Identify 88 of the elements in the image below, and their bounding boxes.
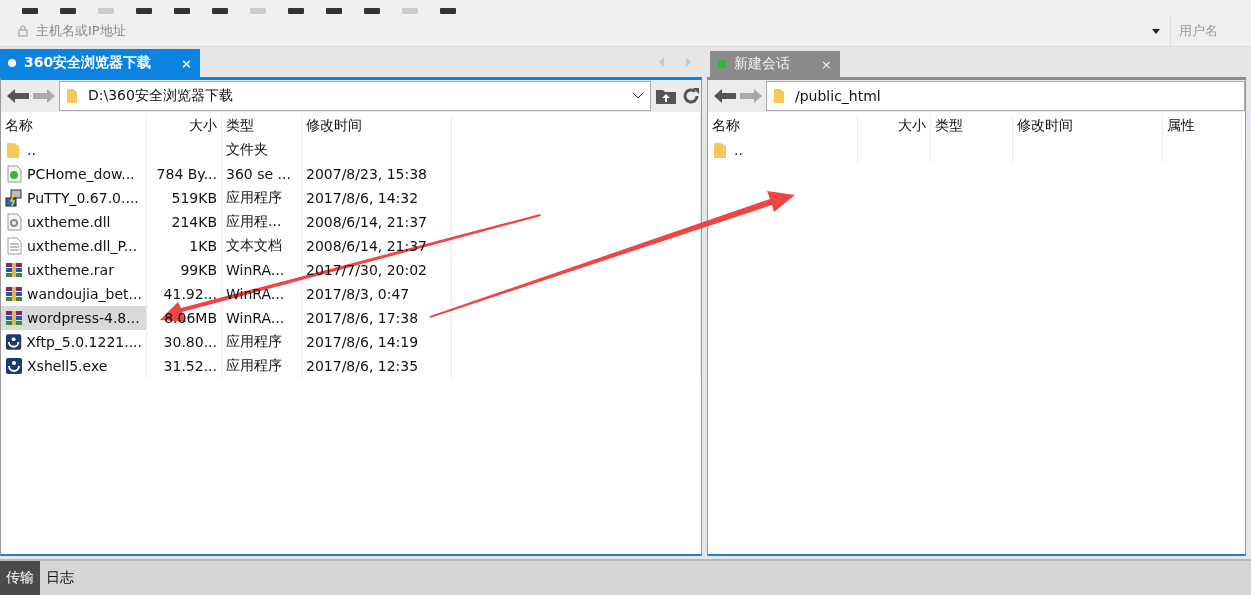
file-name: .. (734, 142, 743, 158)
column-header[interactable]: 修改时间 (302, 114, 452, 138)
session-tab[interactable]: 360安全浏览器下载 × (0, 49, 200, 77)
web-page-icon (5, 165, 23, 183)
toolbar-icon[interactable] (324, 8, 344, 16)
file-type: 文件夹 (226, 141, 268, 159)
file-name: .. (27, 142, 36, 158)
file-size: 519KB (171, 190, 217, 206)
file-size: 41.92... (163, 286, 217, 302)
panel-tab[interactable]: 传输 (0, 561, 40, 595)
file-name: uxtheme.dll_P... (27, 238, 138, 254)
text-file-icon (5, 237, 23, 255)
back-arrow-icon[interactable] (7, 88, 29, 104)
file-name-cell[interactable]: PuTTY_0.67.0.... (1, 186, 147, 210)
file-name-cell[interactable]: uxtheme.rar (1, 258, 147, 282)
panel-tab[interactable]: 日志 (40, 561, 80, 595)
app-icon (5, 333, 23, 351)
toolbar-icon[interactable] (58, 8, 78, 16)
folder-icon (66, 88, 78, 104)
path-field[interactable]: D:\360安全浏览器下载 (59, 81, 651, 111)
modified-time: 2017/8/6, 14:32 (306, 190, 419, 206)
file-size: 214KB (171, 214, 217, 230)
file-name: uxtheme.rar (27, 262, 114, 278)
path-field[interactable]: /public_html (766, 81, 1245, 111)
file-name: wordpress-4.8... (27, 310, 140, 326)
modified-time: 2008/6/14, 21:37 (306, 238, 428, 254)
toolbar-icon[interactable] (172, 8, 192, 16)
back-arrow-icon[interactable] (714, 88, 736, 104)
computer-icon (5, 189, 23, 207)
file-name: uxtheme.dll (27, 214, 111, 230)
file-size: 784 By... (156, 166, 217, 182)
file-type: 应用程序 (226, 333, 282, 351)
file-type: 应用程序 (226, 189, 282, 207)
column-header[interactable]: 名称 (1, 114, 147, 138)
lock-icon (18, 25, 28, 37)
column-header[interactable]: 类型 (222, 114, 302, 138)
file-type: 360 se ... (226, 166, 291, 182)
column-header[interactable]: 修改时间 (1013, 114, 1163, 138)
file-type: WinRA... (226, 262, 285, 278)
toolbar-icon[interactable] (210, 8, 230, 16)
modified-time: 2008/6/14, 21:37 (306, 214, 428, 230)
folder-up-icon[interactable] (655, 87, 677, 105)
toolbar-icon[interactable] (438, 8, 458, 16)
modified-time: 2017/8/6, 14:19 (306, 334, 419, 350)
toolbar-icon[interactable] (134, 8, 154, 16)
modified-time: 2017/8/6, 17:38 (306, 310, 419, 326)
file-type: 文本文档 (226, 237, 282, 255)
column-header[interactable]: 名称 (708, 114, 858, 138)
file-name: Xshell5.exe (27, 358, 108, 374)
modified-time: 2007/8/23, 15:38 (306, 166, 428, 182)
file-size: 1KB (189, 238, 217, 254)
toolbar-icon[interactable] (20, 8, 40, 16)
file-size: 31.52... (163, 358, 217, 374)
file-name: Xftp_5.0.1221.... (26, 334, 142, 350)
column-header[interactable]: 大小 (147, 114, 222, 138)
file-name: wandoujia_bet... (27, 286, 142, 302)
archive-icon (5, 261, 23, 279)
file-name: PCHome_dow... (27, 166, 135, 182)
file-type: 应用程序 (226, 357, 282, 375)
file-type: WinRA... (226, 310, 285, 326)
gear-file-icon (5, 213, 23, 231)
column-header[interactable]: 大小 (858, 114, 931, 138)
archive-icon (5, 285, 23, 303)
file-type: 应用程... (226, 213, 282, 231)
file-name-cell[interactable]: wordpress-4.8... (1, 306, 147, 330)
modified-time: 2017/8/3, 0:47 (306, 286, 410, 302)
toolbar-icon[interactable] (286, 8, 306, 16)
file-name-cell[interactable]: .. (708, 138, 858, 162)
archive-icon (5, 309, 23, 327)
column-header[interactable]: 属性 (1163, 114, 1242, 138)
file-name-cell[interactable]: uxtheme.dll (1, 210, 147, 234)
file-size: 99KB (180, 262, 217, 278)
file-name-cell[interactable]: .. (1, 138, 147, 162)
file-name-cell[interactable]: PCHome_dow... (1, 162, 147, 186)
file-name-cell[interactable]: Xftp_5.0.1221.... (1, 330, 147, 354)
file-name-cell[interactable]: uxtheme.dll_P... (1, 234, 147, 258)
file-name: PuTTY_0.67.0.... (27, 190, 139, 206)
toolbar-icon[interactable] (362, 8, 382, 16)
app-icon (5, 357, 23, 375)
modified-time: 2017/8/6, 12:35 (306, 358, 419, 374)
column-header[interactable]: 类型 (931, 114, 1013, 138)
folder-icon (773, 88, 785, 104)
file-size: 30.80... (163, 334, 217, 350)
dropdown-caret-icon[interactable] (1152, 28, 1160, 34)
dropdown-caret-icon[interactable] (632, 92, 644, 100)
file-name-cell[interactable]: Xshell5.exe (1, 354, 147, 378)
close-icon[interactable]: × (181, 55, 192, 71)
refresh-icon[interactable] (681, 86, 701, 106)
